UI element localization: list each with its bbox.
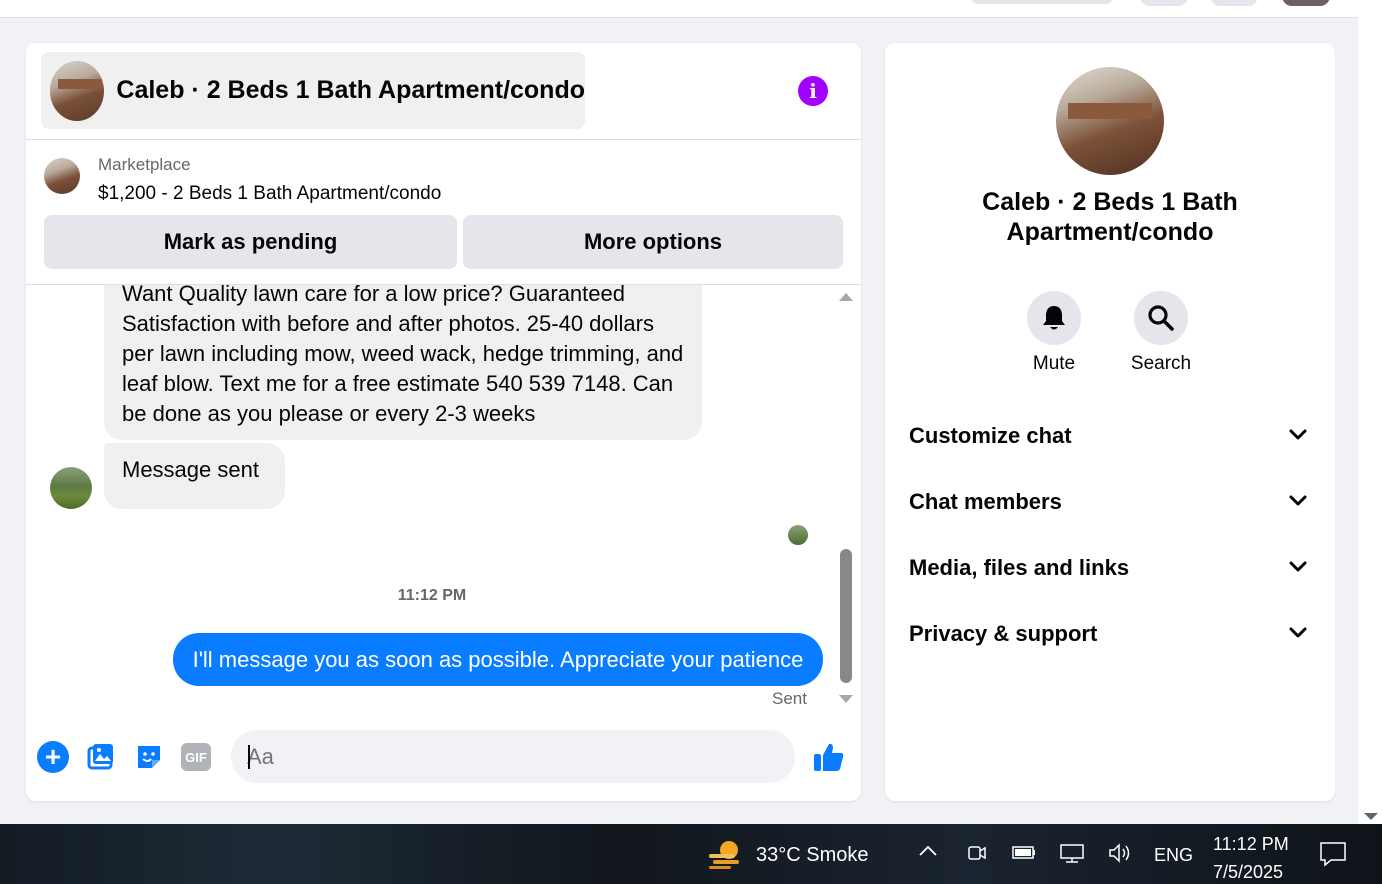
section-customize-chat[interactable]: Customize chat: [885, 411, 1335, 461]
meet-now-icon[interactable]: [966, 842, 988, 869]
section-privacy-support[interactable]: Privacy & support: [885, 609, 1335, 659]
chat-panel: Caleb · 2 Beds 1 Bath Apartment/condo i …: [26, 43, 861, 801]
message-input[interactable]: [247, 730, 727, 783]
network-icon[interactable]: [1059, 842, 1085, 869]
chat-title: Caleb · 2 Beds 1 Bath Apartment/condo: [116, 76, 585, 104]
profile-avatar[interactable]: [1282, 0, 1330, 6]
listing-price-title[interactable]: $1,200 - 2 Beds 1 Bath Apartment/condo: [98, 183, 441, 205]
weather-text[interactable]: 33°C Smoke: [756, 844, 869, 867]
volume-icon[interactable]: [1107, 842, 1133, 869]
notification-icon[interactable]: [1319, 840, 1347, 873]
conversation-avatar[interactable]: [1056, 67, 1164, 175]
chevron-down-icon: [1289, 561, 1307, 572]
scroll-down-arrow-icon[interactable]: [1364, 813, 1378, 820]
section-media-files-links[interactable]: Media, files and links: [885, 543, 1335, 593]
message-composer: + GIF: [26, 725, 861, 789]
section-label: Media, files and links: [909, 555, 1130, 580]
menu-button[interactable]: [1140, 0, 1188, 6]
clock[interactable]: 11:12 PM 7/5/2025: [1213, 830, 1289, 884]
mute-button[interactable]: Mute: [1014, 291, 1094, 375]
mute-label: Mute: [1032, 353, 1076, 374]
incoming-message[interactable]: Message sent: [104, 443, 285, 509]
marketplace-listing-banner: Marketplace $1,200 - 2 Beds 1 Bath Apart…: [26, 140, 861, 285]
listing-source: Marketplace: [98, 155, 191, 174]
listing-avatar: [50, 60, 105, 121]
text-caret: [248, 745, 250, 769]
sent-status: Sent: [772, 689, 807, 708]
chevron-down-icon: [1289, 627, 1307, 638]
weather-smoke-icon[interactable]: [707, 837, 743, 871]
page-scrollbar[interactable]: [1358, 0, 1382, 824]
clock-date: 7/5/2025: [1213, 862, 1284, 882]
messenger-button[interactable]: [1210, 0, 1258, 6]
message-input-container[interactable]: [231, 730, 795, 783]
chat-title-button[interactable]: Caleb · 2 Beds 1 Bath Apartment/condo: [41, 52, 585, 129]
gif-icon[interactable]: GIF: [181, 743, 211, 771]
conversation-info-panel: Caleb · 2 Beds 1 Bath Apartment/condo Mu…: [885, 43, 1335, 801]
plus-icon[interactable]: +: [37, 741, 69, 773]
section-chat-members[interactable]: Chat members: [885, 477, 1335, 527]
message-list[interactable]: Want Quality lawn care for a low price? …: [26, 285, 861, 715]
top-bar: [0, 0, 1358, 18]
search-pill[interactable]: [970, 0, 1114, 4]
read-receipt-avatar: [788, 525, 808, 545]
language-indicator[interactable]: ENG: [1154, 845, 1193, 866]
section-label: Customize chat: [909, 423, 1072, 448]
section-label: Privacy & support: [909, 621, 1098, 646]
chevron-down-icon: [1289, 429, 1307, 440]
message-scrollbar[interactable]: [836, 285, 856, 709]
windows-taskbar: 33°C Smoke ENG 11:12 PM 7/5/2025: [0, 824, 1382, 884]
mark-as-pending-button[interactable]: Mark as pending: [44, 215, 457, 269]
bell-icon[interactable]: [1027, 291, 1081, 345]
sender-avatar[interactable]: [50, 467, 92, 509]
outgoing-message[interactable]: I'll message you as soon as possible. Ap…: [173, 633, 823, 686]
search-label: Search: [1130, 353, 1192, 374]
scrollbar-thumb[interactable]: [840, 549, 852, 683]
scroll-up-arrow-icon[interactable]: [839, 293, 853, 301]
listing-thumbnail[interactable]: [44, 158, 80, 194]
sticker-icon[interactable]: [133, 741, 165, 773]
battery-icon[interactable]: [1011, 842, 1037, 867]
search-button[interactable]: Search: [1121, 291, 1201, 375]
photo-icon[interactable]: [85, 741, 117, 773]
info-icon[interactable]: i: [798, 76, 828, 106]
chevron-down-icon: [1289, 495, 1307, 506]
conversation-name: Caleb · 2 Beds 1 Bath Apartment/condo: [982, 188, 1238, 246]
message-timestamp: 11:12 PM: [397, 587, 467, 604]
section-label: Chat members: [909, 489, 1062, 514]
chevron-up-icon[interactable]: [918, 842, 938, 863]
incoming-message[interactable]: Want Quality lawn care for a low price? …: [104, 285, 702, 440]
scroll-down-arrow-icon[interactable]: [839, 695, 853, 703]
like-icon[interactable]: [811, 739, 847, 775]
search-icon[interactable]: [1134, 291, 1188, 345]
more-options-button[interactable]: More options: [463, 215, 843, 269]
clock-time: 11:12 PM: [1213, 834, 1289, 854]
chat-header: Caleb · 2 Beds 1 Bath Apartment/condo i: [26, 43, 861, 140]
